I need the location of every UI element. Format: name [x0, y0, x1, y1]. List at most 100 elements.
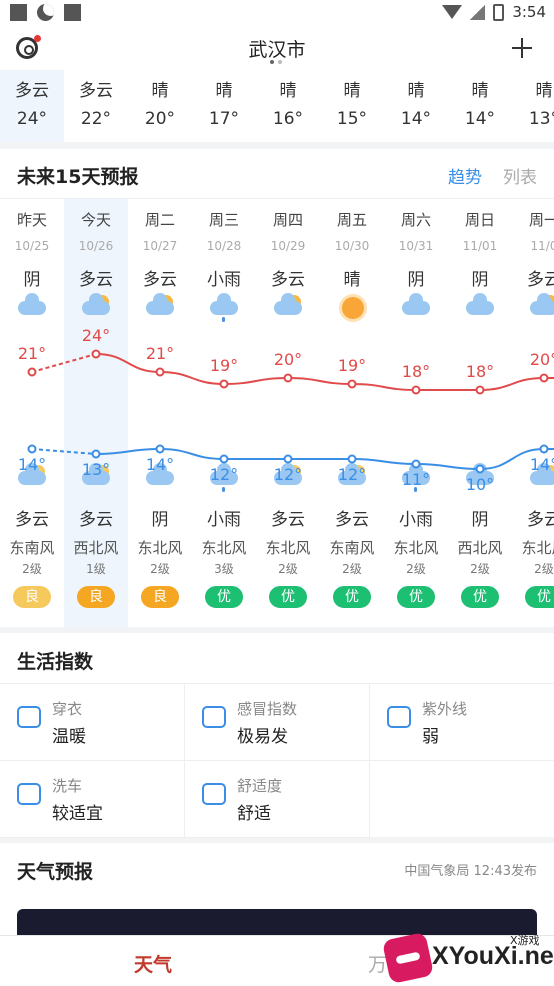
- hourly-item[interactable]: 晴 14°: [384, 70, 448, 142]
- city-title[interactable]: 武汉市: [0, 35, 554, 62]
- life-index-value: 弱: [422, 727, 439, 747]
- life-index-item[interactable]: 紫外线弱: [370, 684, 554, 761]
- night-condition: 阴: [471, 510, 489, 530]
- day-date: 10/28: [206, 239, 242, 253]
- add-city-icon[interactable]: [512, 38, 532, 58]
- hourly-item[interactable]: 多云 24°: [0, 70, 64, 142]
- status-bar: 3:54: [0, 0, 554, 26]
- partly-cloudy-icon: [274, 293, 302, 323]
- day-date: 10/27: [142, 239, 178, 253]
- rain-icon: [210, 463, 238, 493]
- wind-level: 3级: [214, 562, 234, 576]
- day-condition: 阴: [23, 270, 41, 290]
- partly-cloudy-night-icon: [530, 463, 554, 493]
- rain-icon: [210, 293, 238, 323]
- uv-icon: [387, 706, 411, 728]
- watermark-logo: XYouXi.net X游戏: [381, 931, 554, 986]
- hourly-item[interactable]: 多云 22°: [64, 70, 128, 142]
- life-index-value: 温暖: [52, 727, 86, 747]
- day-weekday: 周四: [272, 211, 303, 229]
- hourly-temp: 14°: [400, 109, 432, 129]
- night-condition: 多云: [271, 510, 305, 530]
- sun-icon: [338, 295, 366, 323]
- day-weekday: 周三: [208, 211, 239, 229]
- weather-forecast-title: 天气预报: [17, 861, 94, 883]
- life-index-item[interactable]: 洗车 较适宜: [0, 761, 185, 838]
- day-column[interactable]: 周四 10/29 多云 多云 东北风 2级优: [256, 199, 320, 627]
- cloud-icon: [146, 463, 174, 493]
- gamepad-logo-icon: [381, 931, 435, 985]
- signal-icon: [470, 4, 486, 20]
- night-condition: 多云: [335, 510, 369, 530]
- life-index-grid: 穿衣 温暖 感冒指数 极易发 紫外线弱洗车 较适宜 舒适度 舒适: [0, 683, 554, 838]
- hourly-condition: 多云: [79, 81, 113, 101]
- hourly-item[interactable]: 晴 13°: [512, 70, 554, 142]
- life-index-label: 感冒指数: [237, 700, 298, 718]
- day-date: 10/26: [78, 239, 114, 253]
- wind-direction: 东北风: [393, 539, 439, 557]
- life-index-item[interactable]: 感冒指数 极易发: [185, 684, 370, 761]
- day-weekday: 周二: [144, 211, 175, 229]
- life-index-item[interactable]: 穿衣 温暖: [0, 684, 185, 761]
- day-condition: 多云: [527, 270, 554, 290]
- notification-icon: [64, 4, 81, 21]
- hourly-temp: 16°: [272, 109, 304, 129]
- car-wash-icon: [17, 783, 41, 805]
- aqi-badge: 优: [333, 586, 371, 608]
- aqi-badge: 优: [205, 586, 243, 608]
- hourly-condition: 晴: [151, 81, 169, 101]
- hourly-temp: 14°: [464, 109, 496, 129]
- night-condition: 多云: [79, 510, 113, 530]
- hourly-condition: 晴: [407, 81, 425, 101]
- aqi-badge: 良: [141, 586, 179, 608]
- day-condition: 阴: [407, 270, 425, 290]
- hourly-forecast[interactable]: 多云 24° 多云 22° 晴 20° 晴 17° 晴 16° 晴 15° 晴 14° 晴 14° 晴 13°: [0, 70, 554, 142]
- status-time: 3:54: [512, 3, 546, 21]
- list-tab[interactable]: 列表: [503, 163, 537, 188]
- wind-level: 2级: [22, 562, 42, 576]
- day-column[interactable]: 周六 10/31 阴小雨 东北风 2级优: [384, 199, 448, 627]
- life-index-label: 穿衣: [52, 700, 83, 718]
- hourly-item[interactable]: 晴 20°: [128, 70, 192, 142]
- life-index-value: 极易发: [237, 727, 288, 747]
- day-date: 10/31: [398, 239, 434, 253]
- day-condition: 晴: [343, 270, 361, 290]
- partly-cloudy-icon: [530, 293, 554, 323]
- hourly-item[interactable]: 晴 14°: [448, 70, 512, 142]
- life-index-title: 生活指数: [17, 651, 94, 673]
- day-weekday: 周六: [400, 211, 431, 229]
- day-column[interactable]: 今天 10/26 多云 多云 西北风 1级良: [64, 199, 128, 627]
- hourly-condition: 晴: [471, 81, 489, 101]
- day-date: 10/25: [14, 239, 50, 253]
- wind-level: 2级: [406, 562, 426, 576]
- thermometer-icon: [202, 783, 226, 805]
- wind-direction: 西北风: [73, 539, 119, 557]
- day-date: 11/01: [462, 239, 498, 253]
- partly-cloudy-icon: [146, 293, 174, 323]
- trend-tab[interactable]: 趋势: [448, 163, 482, 188]
- hourly-condition: 晴: [279, 81, 297, 101]
- life-index-item[interactable]: 舒适度 舒适: [185, 761, 370, 838]
- hourly-condition: 晴: [343, 81, 361, 101]
- wind-direction: 东南风: [9, 539, 55, 557]
- cloud-icon: [466, 463, 494, 493]
- tab-weather[interactable]: 天气: [134, 950, 172, 977]
- forecast-source: 中国气象局 12:43发布: [404, 864, 537, 879]
- day-column[interactable]: 周五 10/30 晴多云 东南风 2级优: [320, 199, 384, 627]
- page-indicator: [270, 60, 282, 64]
- hourly-item[interactable]: 晴 17°: [192, 70, 256, 142]
- hourly-item[interactable]: 晴 15°: [320, 70, 384, 142]
- day-column[interactable]: 昨天 10/25 阴多云 东南风 2级良: [0, 199, 64, 627]
- day-column[interactable]: 周三 10/28 小雨 小雨 东北风 3级优: [192, 199, 256, 627]
- day-column[interactable]: 周日 11/01 阴阴西北风 2级优: [448, 199, 512, 627]
- partly-cloudy-icon: [82, 293, 110, 323]
- life-index-label: 紫外线: [422, 700, 468, 718]
- day-column[interactable]: 周一11/0多云多云东北风2级优: [512, 199, 554, 627]
- forecast-header: 未来15天预报 趋势 列表: [0, 149, 554, 199]
- battery-icon: [493, 3, 505, 21]
- day-column[interactable]: 周二 10/27 多云阴东北风 2级良: [128, 199, 192, 627]
- night-condition: 阴: [151, 510, 169, 530]
- day-weekday: 周一: [528, 211, 554, 229]
- hourly-item[interactable]: 晴 16°: [256, 70, 320, 142]
- hourly-temp: 17°: [208, 109, 240, 129]
